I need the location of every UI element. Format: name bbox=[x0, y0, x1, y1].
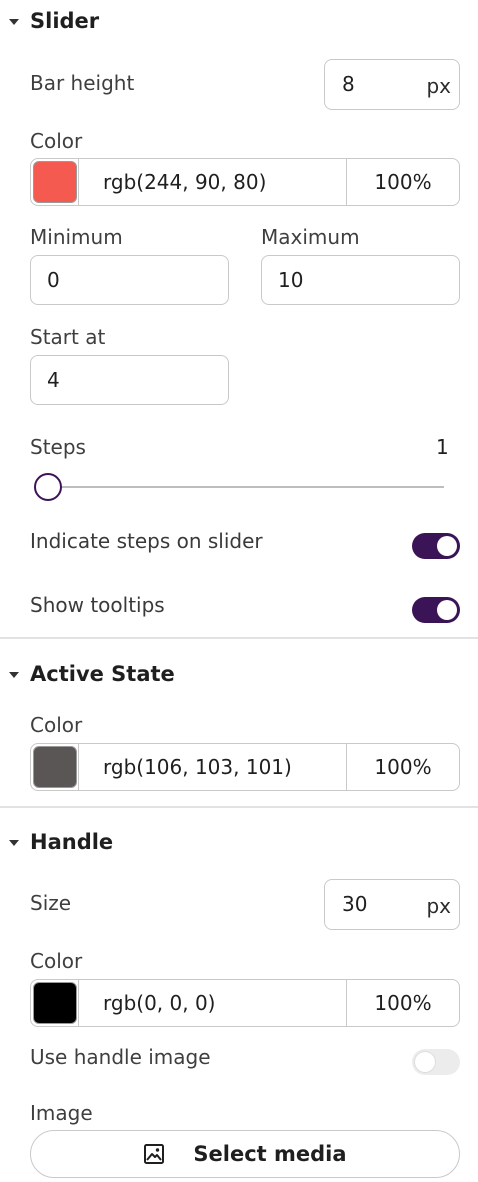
maximum-field[interactable]: 10 bbox=[261, 255, 460, 305]
image-label: Image bbox=[30, 1101, 93, 1125]
active-color-value[interactable]: rgb(106, 103, 101) bbox=[79, 744, 347, 790]
use-handle-image-toggle[interactable] bbox=[412, 1049, 460, 1075]
divider bbox=[0, 637, 478, 639]
toggle-knob bbox=[415, 1052, 435, 1072]
bar-height-value[interactable]: 8 bbox=[342, 72, 355, 96]
bar-height-field[interactable]: 8 px bbox=[324, 59, 460, 110]
section-title-active-state[interactable]: Active State bbox=[30, 662, 175, 686]
section-title-handle[interactable]: Handle bbox=[30, 830, 113, 854]
collapse-active-state-icon[interactable] bbox=[9, 672, 19, 678]
start-at-label: Start at bbox=[30, 325, 106, 349]
show-tooltips-label: Show tooltips bbox=[30, 593, 165, 617]
toggle-knob bbox=[437, 536, 457, 556]
slider-color-label: Color bbox=[30, 129, 83, 153]
toggle-knob bbox=[437, 600, 457, 620]
steps-value: 1 bbox=[436, 435, 449, 459]
steps-slider-handle[interactable] bbox=[34, 473, 62, 501]
collapse-slider-icon[interactable] bbox=[9, 19, 19, 25]
active-color-alpha[interactable]: 100% bbox=[347, 744, 459, 790]
start-at-value[interactable]: 4 bbox=[47, 368, 60, 392]
active-color-picker[interactable]: rgb(106, 103, 101) 100% bbox=[30, 743, 460, 791]
steps-slider-track[interactable] bbox=[48, 486, 444, 488]
show-tooltips-toggle[interactable] bbox=[412, 597, 460, 623]
use-handle-image-label: Use handle image bbox=[30, 1045, 211, 1069]
collapse-handle-icon[interactable] bbox=[9, 840, 19, 846]
image-icon bbox=[143, 1143, 165, 1165]
indicate-steps-label: Indicate steps on slider bbox=[30, 529, 263, 553]
handle-size-value[interactable]: 30 bbox=[342, 892, 367, 916]
handle-color-picker[interactable]: rgb(0, 0, 0) 100% bbox=[30, 979, 460, 1027]
steps-label: Steps bbox=[30, 435, 86, 459]
active-color-swatch[interactable] bbox=[32, 746, 77, 788]
divider bbox=[0, 806, 478, 808]
active-color-swatch-cell[interactable] bbox=[31, 744, 79, 790]
maximum-label: Maximum bbox=[261, 225, 360, 249]
handle-size-field[interactable]: 30 px bbox=[324, 879, 460, 930]
slider-color-value[interactable]: rgb(244, 90, 80) bbox=[79, 159, 347, 205]
section-title-slider[interactable]: Slider bbox=[30, 9, 99, 33]
select-media-button[interactable]: Select media bbox=[30, 1130, 460, 1178]
minimum-field[interactable]: 0 bbox=[30, 255, 229, 305]
active-color-label: Color bbox=[30, 713, 83, 737]
minimum-value[interactable]: 0 bbox=[47, 268, 60, 292]
handle-color-value[interactable]: rgb(0, 0, 0) bbox=[79, 980, 347, 1026]
indicate-steps-toggle[interactable] bbox=[412, 533, 460, 559]
slider-color-swatch[interactable] bbox=[32, 161, 77, 203]
maximum-value[interactable]: 10 bbox=[278, 268, 303, 292]
select-media-label: Select media bbox=[193, 1142, 347, 1166]
slider-color-alpha[interactable]: 100% bbox=[347, 159, 459, 205]
minimum-label: Minimum bbox=[30, 225, 123, 249]
handle-color-swatch-cell[interactable] bbox=[31, 980, 79, 1026]
handle-color-alpha[interactable]: 100% bbox=[347, 980, 459, 1026]
bar-height-unit: px bbox=[426, 74, 451, 98]
start-at-field[interactable]: 4 bbox=[30, 355, 229, 405]
slider-color-picker[interactable]: rgb(244, 90, 80) 100% bbox=[30, 158, 460, 206]
handle-color-label: Color bbox=[30, 949, 83, 973]
handle-color-swatch[interactable] bbox=[32, 982, 77, 1024]
handle-size-label: Size bbox=[30, 891, 72, 915]
bar-height-label: Bar height bbox=[30, 71, 135, 95]
handle-size-unit: px bbox=[426, 894, 451, 918]
slider-color-swatch-cell[interactable] bbox=[31, 159, 79, 205]
